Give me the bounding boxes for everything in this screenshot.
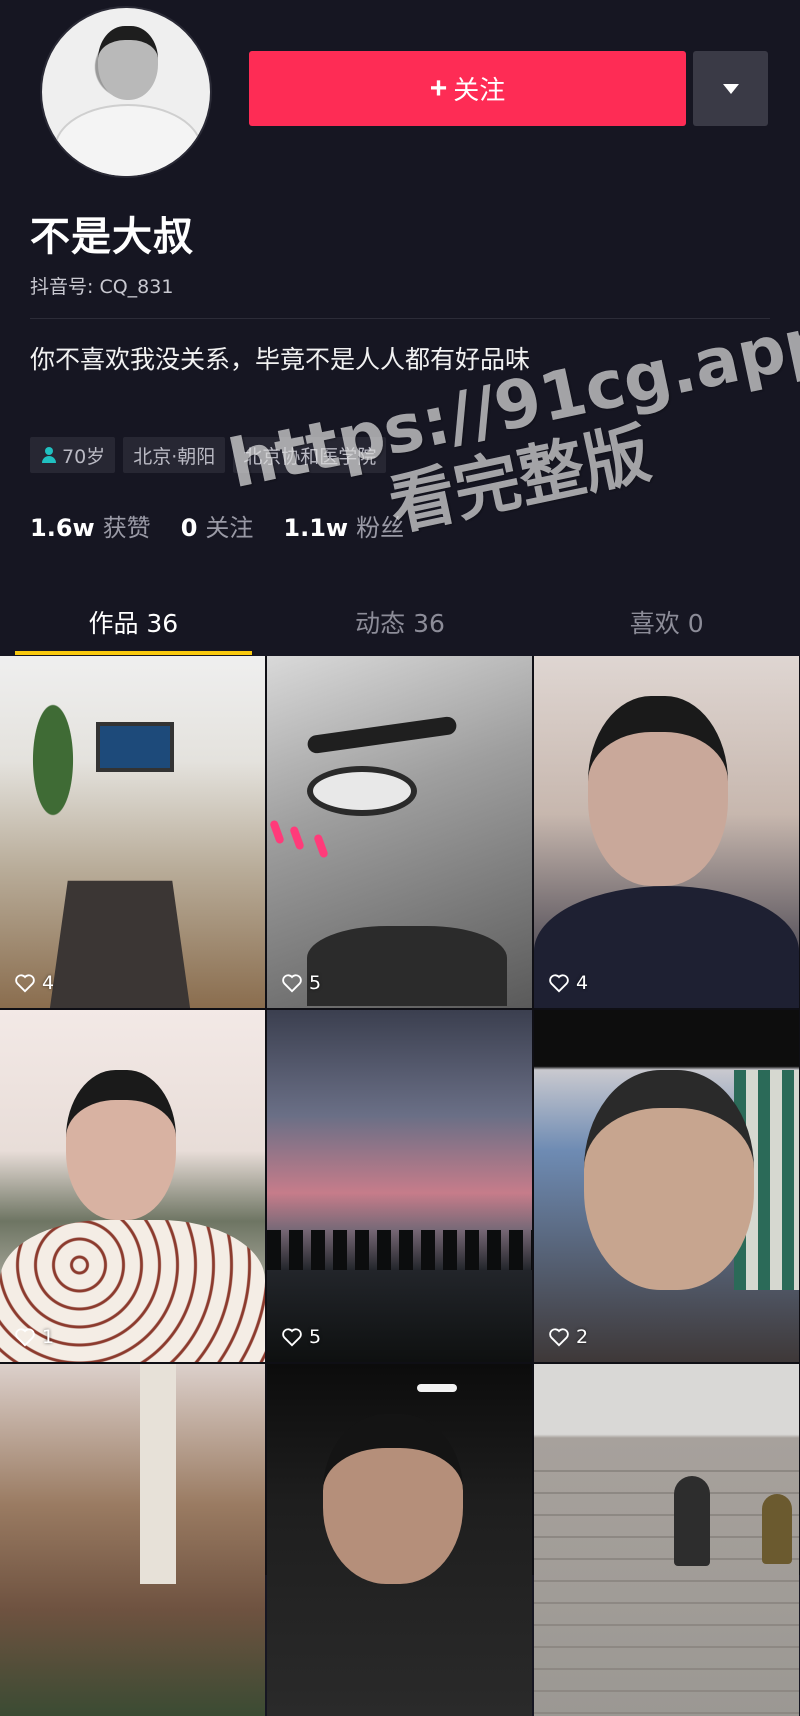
video-likes: 1 (14, 1326, 54, 1348)
video-likes: 4 (14, 972, 54, 994)
stat-followers-number: 1.1w (283, 514, 349, 542)
video-likes: 5 (281, 1326, 321, 1348)
stat-followers-label: 粉丝 (356, 514, 405, 542)
video-thumbnail[interactable]: 1 (0, 1010, 265, 1362)
tag-location: 北京·朝阳 (123, 437, 226, 473)
blush-mark (269, 819, 285, 845)
profile-bio: 你不喜欢我没关系，毕竟不是人人都有好品味 (30, 345, 531, 374)
video-likes-count: 2 (576, 1326, 589, 1348)
tag-age: 70岁 (30, 437, 116, 473)
blush-mark (289, 825, 305, 851)
tab-works[interactable]: 作品 36 (0, 590, 267, 655)
video-likes-count: 5 (309, 1326, 322, 1348)
video-likes: 5 (281, 972, 321, 994)
video-likes-count: 4 (576, 972, 589, 994)
person-icon (40, 446, 58, 464)
heart-icon (282, 974, 302, 993)
heart-icon (549, 974, 569, 993)
brow-shape (306, 715, 458, 755)
video-thumbnail[interactable]: 4 (0, 656, 265, 1008)
heart-icon (282, 1328, 302, 1347)
heart-icon (15, 1328, 35, 1347)
tag-school: 北京协和医学院 (233, 437, 387, 473)
video-likes-count: 1 (42, 1326, 55, 1348)
pillar-shape (140, 1364, 176, 1584)
profile-tags: 70岁 北京·朝阳 北京协和医学院 (30, 437, 387, 473)
person-shape (762, 1494, 792, 1564)
profile-header: + 关注 不是大叔 抖音号: CQ_831 你不喜欢我没关系，毕竟不是人人都有好… (0, 0, 800, 655)
follow-button-label: 关注 (453, 75, 506, 105)
video-thumbnail[interactable] (534, 1364, 799, 1716)
head-shape (323, 1414, 463, 1584)
blush-mark (313, 833, 329, 859)
lamp-shape (417, 1384, 457, 1392)
content-tabs: 作品 36 动态 36 喜欢 0 (0, 590, 800, 655)
video-thumbnail[interactable]: 5 (267, 1010, 532, 1362)
eye-shape (307, 766, 417, 816)
video-likes-count: 5 (309, 972, 322, 994)
tab-liked[interactable]: 喜欢 0 (533, 590, 800, 655)
stat-likes-label: 获赞 (102, 514, 151, 542)
beard-shape (307, 926, 507, 1006)
video-thumbnail[interactable]: 4 (534, 656, 799, 1008)
follow-button[interactable]: + 关注 (249, 51, 686, 126)
heart-icon (549, 1328, 569, 1347)
stat-following-number: 0 (180, 514, 198, 542)
tree-silhouette (267, 1230, 532, 1270)
treadmill-screen (96, 722, 174, 772)
stat-followers[interactable]: 1.1w 粉丝 (283, 508, 404, 543)
more-options-button[interactable] (693, 51, 768, 126)
video-thumbnail[interactable]: 2 (534, 1010, 799, 1362)
tag-age-label: 70岁 (62, 445, 106, 468)
profile-stats: 1.6w 获赞 0 关注 1.1w 粉丝 (30, 508, 404, 543)
video-likes: 2 (548, 1326, 588, 1348)
heart-icon (15, 974, 35, 993)
video-thumbnail[interactable] (267, 1364, 532, 1716)
head-shape (588, 696, 728, 886)
divider (30, 318, 770, 319)
stat-following-label: 关注 (205, 514, 254, 542)
brick-wall (534, 1454, 799, 1714)
stat-likes[interactable]: 1.6w 获赞 (30, 508, 151, 543)
avatar[interactable] (40, 6, 212, 178)
person-shape (674, 1476, 710, 1566)
video-thumbnail[interactable] (0, 1364, 265, 1716)
stat-likes-number: 1.6w (30, 514, 95, 542)
avatar-hoodie (54, 104, 202, 176)
tag-school-label: 北京协和医学院 (243, 445, 377, 468)
video-grid: 4 5 4 1 5 2 (0, 656, 800, 1716)
video-thumbnail[interactable]: 5 (267, 656, 532, 1008)
video-likes: 4 (548, 972, 588, 994)
head-shape (584, 1070, 754, 1290)
plant-shape (18, 696, 88, 856)
plus-icon: + (429, 71, 448, 105)
caret-down-icon (722, 83, 739, 94)
head-shape (66, 1070, 176, 1220)
tag-location-label: 北京·朝阳 (133, 445, 216, 468)
douyin-id: 抖音号: CQ_831 (30, 276, 174, 298)
avatar-face (98, 26, 158, 100)
profile-name: 不是大叔 (30, 214, 194, 260)
video-likes-count: 4 (42, 972, 55, 994)
tab-activity[interactable]: 动态 36 (267, 590, 534, 655)
stat-following[interactable]: 0 关注 (181, 508, 254, 543)
treadmill-belt (49, 880, 191, 1008)
